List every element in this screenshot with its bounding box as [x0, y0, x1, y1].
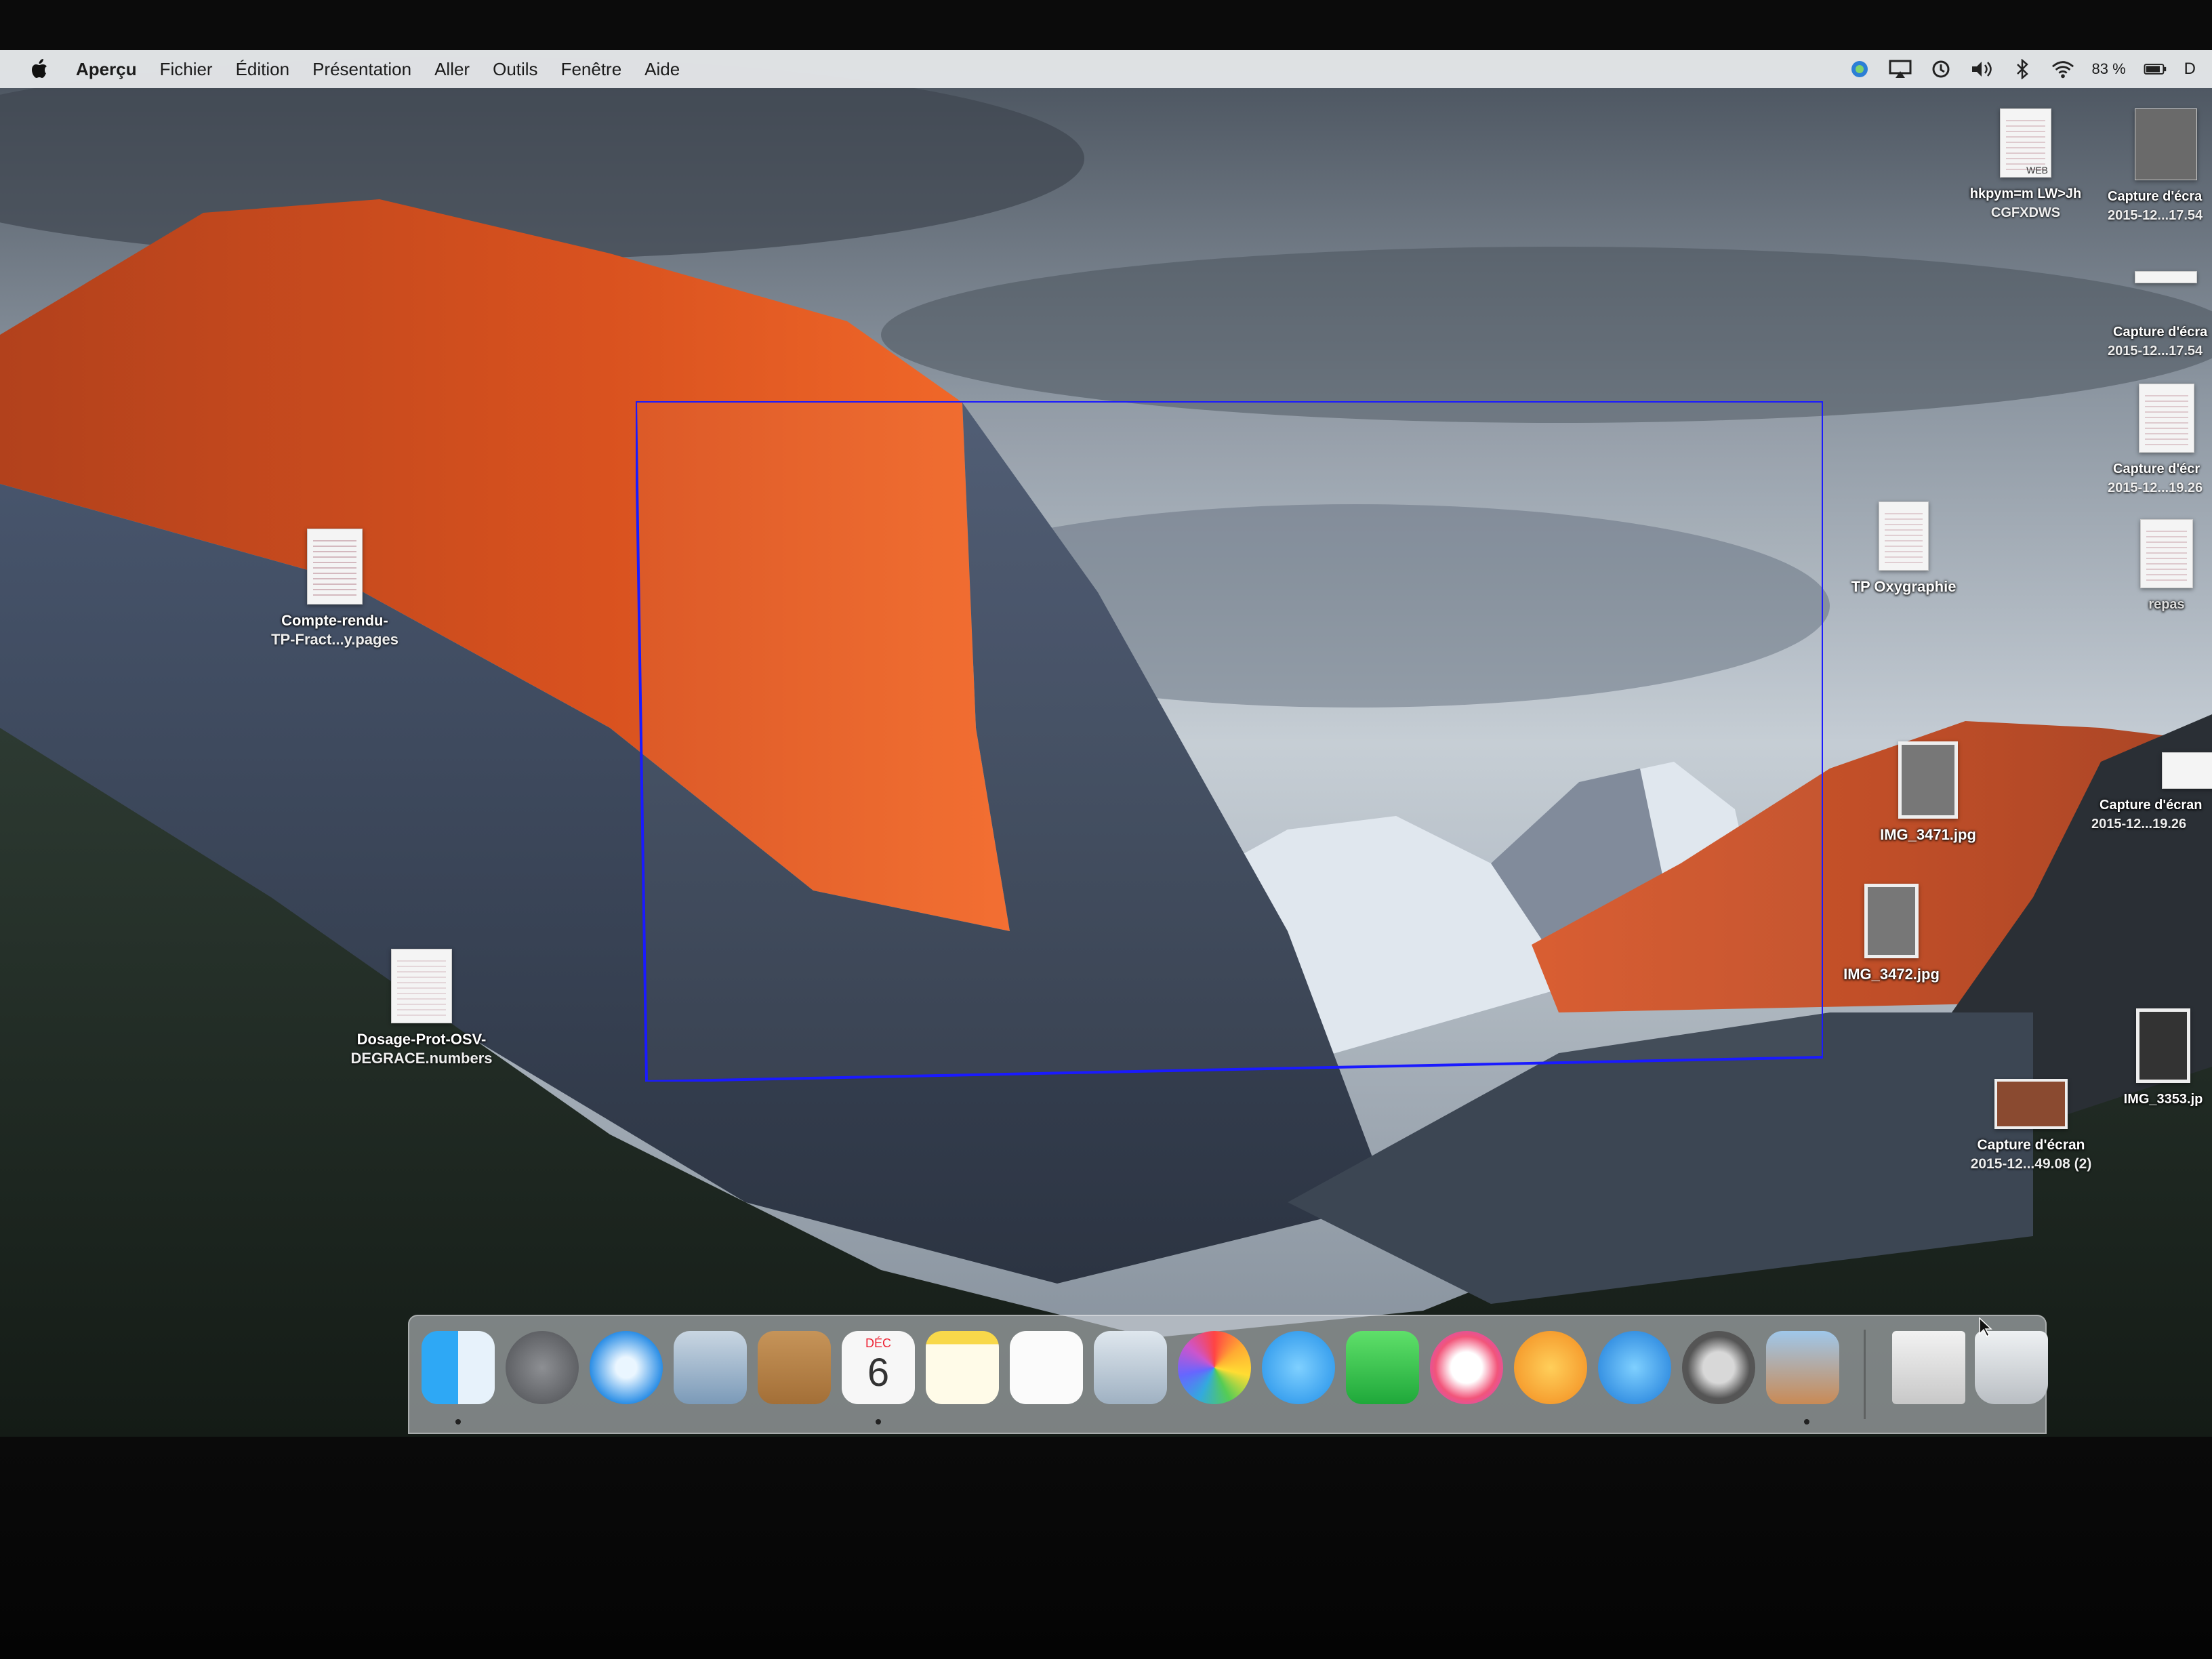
file-name-line2: 2015-12...17.54: [2108, 208, 2203, 223]
desktop-file-img-3471[interactable]: IMG_3471.jpg: [1843, 741, 2013, 844]
desktop-file-repas[interactable]: repas: [2121, 519, 2212, 614]
image-thumbnail-icon: [1898, 741, 1958, 819]
mail-icon[interactable]: [674, 1331, 747, 1404]
calendar-day: 6: [867, 1351, 890, 1395]
contacts-icon[interactable]: [758, 1331, 831, 1404]
app-store-icon[interactable]: [1598, 1331, 1671, 1404]
file-name-line1: Dosage-Prot-OSV-: [356, 1031, 487, 1048]
numbers-document-icon: [391, 949, 452, 1023]
volume-icon[interactable]: [1970, 59, 1993, 79]
image-thumbnail-icon: [2136, 1008, 2190, 1083]
safari-icon[interactable]: [590, 1331, 663, 1404]
menu-presentation[interactable]: Présentation: [312, 59, 411, 80]
file-name: IMG_3471.jpg: [1880, 826, 1976, 843]
dock-separator: [1864, 1330, 1866, 1419]
mouse-cursor-icon: [1979, 1317, 1992, 1338]
screenshot-thumbnail-icon: [2135, 108, 2197, 180]
preview-icon[interactable]: [1094, 1331, 1167, 1404]
selection-rectangle[interactable]: [636, 401, 1823, 1082]
battery-icon[interactable]: [2144, 59, 2167, 79]
file-name: IMG_3472.jpg: [1843, 966, 1940, 983]
file-name-line2: 2015-12...19.26: [2108, 480, 2203, 495]
file-name-line1: Capture d'écra: [2108, 189, 2203, 204]
desktop-file-img-3472[interactable]: IMG_3472.jpg: [1807, 884, 1976, 984]
desktop-file-capture-2[interactable]: Capture d'écra 2015-12...17.54: [2087, 271, 2212, 361]
file-name-line1: Capture d'écran: [1977, 1137, 2085, 1153]
file-name: repas: [2148, 597, 2185, 612]
screenshot-thumbnail-icon: [2139, 384, 2194, 453]
pages-document-icon: [307, 529, 363, 605]
desktop-file-img-3353[interactable]: IMG_3353.jp: [2114, 1008, 2212, 1109]
webarchive-document-icon: WEB: [2000, 108, 2051, 178]
wifi-icon[interactable]: [2051, 59, 2074, 79]
itunes-icon[interactable]: [1430, 1331, 1503, 1404]
reminders-icon[interactable]: [1010, 1331, 1083, 1404]
file-name-line2: DEGRACE.numbers: [350, 1050, 493, 1067]
monitor-bezel-bottom: [0, 1437, 2212, 1659]
file-name-line2: CGFXDWS: [1990, 205, 2061, 220]
monitor-bezel-top: [0, 0, 2212, 50]
extension-icon[interactable]: [1848, 59, 1871, 79]
notes-icon[interactable]: [926, 1331, 999, 1404]
finder-icon[interactable]: [422, 1331, 495, 1404]
file-name-line1: hkpym=m LW>Jh: [1969, 186, 2082, 201]
calendar-icon[interactable]: DÉC 6: [842, 1331, 915, 1404]
file-name-line1: Capture d'écra: [2113, 325, 2208, 340]
image-thumbnail-icon: [1864, 884, 1919, 958]
file-name-line1: Capture d'écr: [2113, 462, 2200, 476]
running-indicator: [455, 1419, 461, 1425]
screenshot-thumbnail-icon: [2135, 271, 2197, 283]
menu-aide[interactable]: Aide: [644, 59, 680, 80]
screenshot-thumbnail-icon: [1994, 1079, 2068, 1129]
calendar-month: DÉC: [865, 1336, 891, 1350]
dock: DÉC 6: [408, 1315, 2048, 1434]
file-name-line1: Compte-rendu-: [281, 612, 388, 629]
file-name-line2: 2015-12...49.08 (2): [1970, 1156, 2092, 1172]
document-icon: [1879, 501, 1929, 571]
photos-icon[interactable]: [1178, 1331, 1251, 1404]
file-name-line2: TP-Fract...y.pages: [271, 631, 398, 648]
launchpad-icon[interactable]: [506, 1331, 579, 1404]
apple-logo-icon[interactable]: [23, 56, 57, 83]
desktop-file-capture-3[interactable]: Capture d'écr 2015-12...19.26: [2087, 384, 2212, 497]
screenshot-thumbnail-icon: [2162, 752, 2212, 789]
desktop-file-capture-5[interactable]: Capture d'écran 2015-12...49.08 (2): [1946, 1079, 2116, 1174]
desktop-file-compte-rendu[interactable]: Compte-rendu- TP-Fract...y.pages: [250, 529, 419, 649]
system-preferences-icon[interactable]: [1682, 1331, 1755, 1404]
menu-fichier[interactable]: Fichier: [160, 59, 213, 80]
file-name-line1: Capture d'écran: [2100, 798, 2203, 813]
menu-app-name[interactable]: Aperçu: [76, 59, 137, 80]
battery-percent: 83 %: [2091, 60, 2126, 77]
file-name-line2: 2015-12...17.54: [2108, 344, 2203, 359]
running-indicator: [1804, 1419, 1809, 1425]
status-area: 83 % D: [1848, 50, 2196, 88]
menu-bar: Aperçu Fichier Édition Présentation Alle…: [0, 50, 2212, 88]
web-badge: WEB: [2026, 165, 2048, 176]
ibooks-icon[interactable]: [1514, 1331, 1587, 1404]
menu-aller[interactable]: Aller: [434, 59, 470, 80]
file-name: TP Oxygraphie: [1851, 578, 1957, 595]
bluetooth-icon[interactable]: [2011, 59, 2034, 79]
file-name: IMG_3353.jp: [2123, 1092, 2203, 1107]
desktop-file-capture-4[interactable]: Capture d'écran 2015-12...19.26: [2067, 752, 2212, 834]
status-truncated-item[interactable]: D: [2184, 60, 2196, 79]
facetime-icon[interactable]: [1346, 1331, 1419, 1404]
menu-fenetre[interactable]: Fenêtre: [561, 59, 622, 80]
desktop-file-hkpym[interactable]: WEB hkpym=m LW>Jh CGFXDWS: [1941, 108, 2110, 222]
desktop-file-tp-oxygraphie[interactable]: TP Oxygraphie: [1819, 501, 1988, 596]
desktop-file-capture-1[interactable]: Capture d'écra 2015-12...17.54: [2087, 108, 2212, 225]
file-name-line2: 2015-12...19.26: [2091, 817, 2187, 832]
trash-icon[interactable]: [1975, 1331, 2048, 1404]
messages-icon[interactable]: [1262, 1331, 1335, 1404]
document-icon: [2140, 519, 2193, 588]
running-indicator: [876, 1419, 881, 1425]
time-machine-icon[interactable]: [1929, 59, 1952, 79]
menu-edition[interactable]: Édition: [236, 59, 290, 80]
downloads-stack-icon[interactable]: [1892, 1331, 1965, 1404]
preview-images-icon[interactable]: [1766, 1331, 1839, 1404]
desktop-file-dosage[interactable]: Dosage-Prot-OSV- DEGRACE.numbers: [337, 949, 506, 1068]
menu-outils[interactable]: Outils: [493, 59, 537, 80]
airplay-icon[interactable]: [1889, 59, 1912, 79]
